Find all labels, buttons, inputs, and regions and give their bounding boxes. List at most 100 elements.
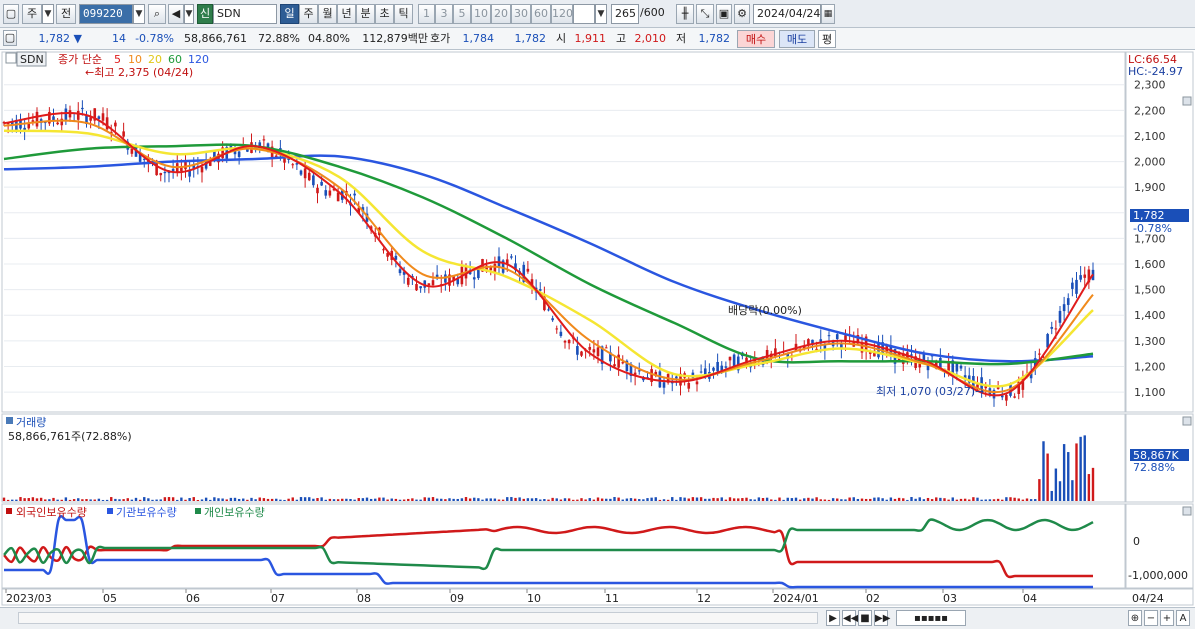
candle-body: [712, 367, 715, 371]
volume-bar: [906, 499, 909, 501]
volume-bar: [943, 498, 946, 501]
horizontal-scrollbar[interactable]: [18, 612, 818, 624]
volume-bar: [939, 497, 942, 501]
candle-body: [703, 368, 707, 375]
volume-bar: [365, 497, 369, 501]
average-button[interactable]: 평: [818, 30, 836, 48]
market-all-tab[interactable]: 전: [56, 4, 76, 24]
volume-bar: [77, 498, 80, 501]
candle-body: [303, 168, 307, 179]
x-tick-label: 07: [271, 592, 285, 605]
interval-dropdown[interactable]: ▼: [595, 4, 607, 24]
interval-3[interactable]: 3: [435, 4, 453, 24]
volume-bar: [167, 497, 171, 501]
interval-5[interactable]: 5: [453, 4, 471, 24]
volume-pane-icon[interactable]: [6, 417, 13, 424]
price-pane-close-icon[interactable]: [1182, 96, 1192, 106]
sell-button[interactable]: 매도: [779, 30, 815, 48]
candle-body: [114, 122, 117, 127]
volume-bar: [336, 499, 340, 501]
quote-toggle-icon[interactable]: ▢: [3, 30, 17, 46]
volume-bar: [988, 499, 992, 501]
candle-body: [588, 346, 592, 350]
calendar-icon[interactable]: ▦: [821, 4, 835, 24]
stock-code-input[interactable]: 099220: [79, 4, 133, 24]
volume-bar: [180, 497, 183, 501]
rewind-icon[interactable]: ◀◀: [842, 610, 858, 626]
interval-120[interactable]: 120: [551, 4, 573, 24]
interval-10[interactable]: 10: [471, 4, 491, 24]
candle-body: [1075, 279, 1078, 294]
interval-1[interactable]: 1: [418, 4, 435, 24]
volume-bar: [15, 499, 18, 501]
open-label: 시: [556, 32, 567, 45]
volume-bar: [250, 497, 253, 501]
period-week[interactable]: 주: [299, 4, 318, 24]
candle-type-icon[interactable]: ╫: [676, 4, 694, 24]
fast-forward-icon[interactable]: ▶▶: [874, 610, 890, 626]
candle-body: [81, 107, 84, 110]
x-tick-label: 12: [697, 592, 711, 605]
stock-chart[interactable]: 1,1001,2001,3001,4001,5001,6001,7001,800…: [0, 50, 1195, 606]
zoom-bar-icon[interactable]: ▪▪▪▪▪: [896, 610, 966, 626]
interval-30[interactable]: 30: [511, 4, 531, 24]
draw-tool-icon[interactable]: ⤡: [696, 4, 714, 24]
volume-bar: [679, 497, 682, 501]
settings-gear-icon[interactable]: ⚙: [734, 4, 750, 24]
volume-bar: [815, 497, 818, 501]
candle-body: [1058, 310, 1062, 323]
buy-button[interactable]: 매수: [737, 30, 775, 48]
holdings-pane-close-icon[interactable]: [1182, 506, 1192, 516]
volume-pane-close-icon[interactable]: [1182, 416, 1192, 426]
code-dropdown[interactable]: ▼: [133, 4, 145, 24]
stock-name-field[interactable]: SDN: [213, 4, 277, 24]
volume-bar: [411, 498, 414, 501]
period-year[interactable]: 년: [337, 4, 356, 24]
period-tick[interactable]: 틱: [394, 4, 413, 24]
candle-body: [1054, 328, 1058, 330]
candle-body: [415, 284, 418, 291]
volume-bar: [386, 499, 389, 501]
period-minute[interactable]: 분: [356, 4, 375, 24]
pane-menu-icon[interactable]: [5, 52, 17, 64]
search-icon[interactable]: ⌕: [148, 4, 166, 24]
volume-bar: [547, 499, 550, 501]
period-month[interactable]: 월: [318, 4, 337, 24]
candle-body: [262, 139, 266, 141]
interval-60[interactable]: 60: [531, 4, 551, 24]
stock-type-dropdown[interactable]: ▼: [42, 4, 54, 24]
stop-icon[interactable]: ■: [858, 610, 872, 626]
volume-bar: [732, 498, 736, 501]
volume-bar: [101, 499, 105, 501]
add-icon[interactable]: +: [1160, 610, 1174, 626]
bar-count-input[interactable]: 265: [611, 4, 639, 24]
font-size-icon[interactable]: A: [1176, 610, 1190, 626]
volume-bar: [572, 499, 575, 501]
volume-bar: [955, 499, 959, 501]
candle-body: [427, 283, 431, 286]
date-field[interactable]: 2024/04/24: [753, 4, 821, 24]
period-second[interactable]: 초: [375, 4, 394, 24]
zoom-in-icon[interactable]: ⊕: [1128, 610, 1142, 626]
candle-body: [431, 280, 435, 286]
scroll-left-icon[interactable]: ▶: [826, 610, 840, 626]
volume-bar: [1001, 499, 1004, 501]
candle-body: [621, 362, 625, 364]
interval-input[interactable]: [573, 4, 595, 24]
volume-bar: [642, 499, 645, 501]
volume-bar: [485, 498, 488, 501]
period-day[interactable]: 일: [280, 4, 299, 24]
window-menu-icon[interactable]: ▢: [3, 4, 19, 24]
volume-bar: [85, 499, 88, 501]
volume-bar: [242, 498, 245, 501]
interval-20[interactable]: 20: [491, 4, 511, 24]
speaker-icon[interactable]: ◀: [168, 4, 184, 24]
candle-body: [312, 175, 315, 186]
candle-body: [1062, 304, 1066, 312]
speaker-dropdown[interactable]: ▼: [184, 4, 194, 24]
candle-body: [551, 318, 554, 321]
candle-body: [97, 116, 101, 119]
zoom-out-icon[interactable]: −: [1144, 610, 1158, 626]
save-icon[interactable]: ▣: [716, 4, 732, 24]
stock-type-tab[interactable]: 주: [22, 4, 42, 24]
